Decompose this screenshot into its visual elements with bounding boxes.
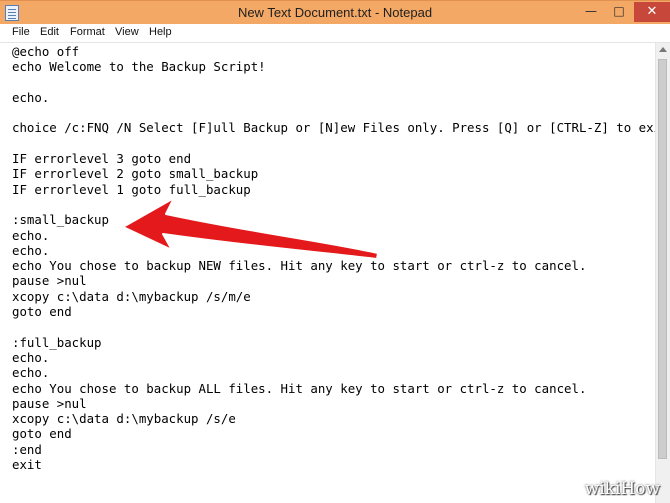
menu-view[interactable]: View [115,26,139,38]
close-button[interactable]: ✕ [634,2,670,22]
minimize-button[interactable]: — [578,2,604,22]
menu-file[interactable]: File [12,26,30,38]
vertical-scrollbar[interactable] [655,43,670,503]
menu-format[interactable]: Format [70,26,105,38]
menu-edit[interactable]: Edit [40,26,59,38]
menu-help[interactable]: Help [149,26,172,38]
document-text[interactable]: @echo off echo Welcome to the Backup Scr… [12,44,670,472]
text-editor[interactable]: @echo off echo Welcome to the Backup Scr… [0,43,670,503]
maximize-button[interactable]: □ [606,2,632,22]
scrollbar-thumb[interactable] [658,59,667,459]
scroll-up-icon[interactable] [659,47,667,52]
notepad-window: New Text Document.txt - Notepad — □ ✕ Fi… [0,0,670,503]
menu-bar: File Edit Format View Help [0,24,670,43]
title-bar[interactable]: New Text Document.txt - Notepad — □ ✕ [0,0,670,25]
window-title: New Text Document.txt - Notepad [237,5,433,20]
wikihow-watermark: wikiHow [584,479,660,499]
